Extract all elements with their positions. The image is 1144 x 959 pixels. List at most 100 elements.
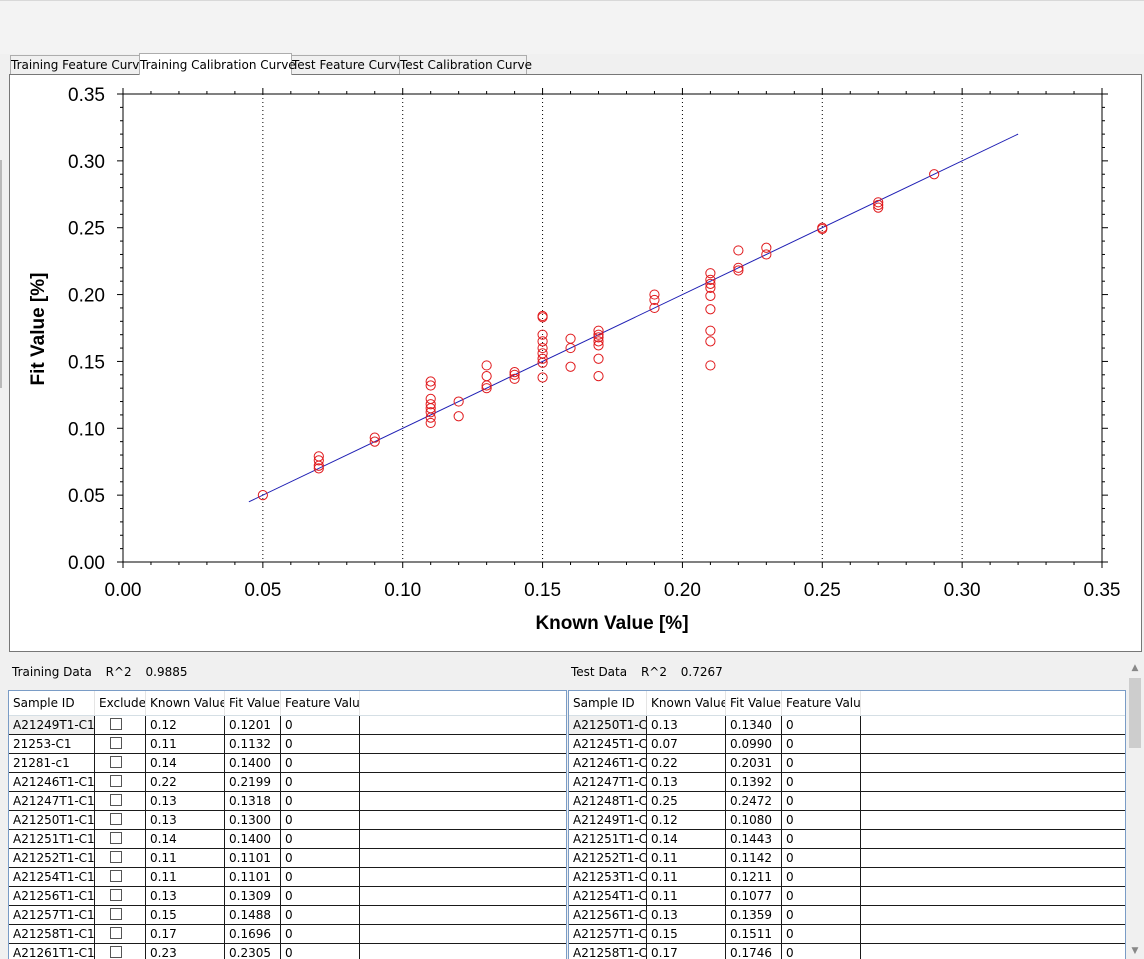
test-table-cell[interactable]: 0: [782, 811, 861, 830]
training-exclude-cell[interactable]: [95, 716, 146, 735]
test-table-cell[interactable]: [861, 792, 1125, 811]
test-table-cell[interactable]: 0.1080: [726, 811, 782, 830]
test-table-cell[interactable]: 0: [782, 716, 861, 735]
test-table-row[interactable]: A21252T1-C 0.11 0.1142 0: [569, 849, 1125, 868]
tab-training-feature-curve[interactable]: Training Feature Curve: [10, 55, 147, 74]
test-table-cell[interactable]: A21245T1-C: [569, 735, 647, 754]
training-table-cell[interactable]: 0: [281, 849, 360, 868]
test-table-cell[interactable]: [861, 868, 1125, 887]
training-table-cell[interactable]: [360, 925, 566, 944]
test-table-cell[interactable]: [861, 773, 1125, 792]
training-table-cell[interactable]: A21247T1-C1: [9, 792, 95, 811]
exclude-checkbox[interactable]: [110, 851, 122, 863]
training-table-cell[interactable]: [360, 849, 566, 868]
training-table-cell[interactable]: 0.2305: [225, 944, 281, 959]
test-table-cell[interactable]: 0.1211: [726, 868, 782, 887]
training-table-cell[interactable]: A21257T1-C1: [9, 906, 95, 925]
test-table-row[interactable]: A21258T1-C 0.17 0.1746 0: [569, 944, 1125, 959]
training-table-cell[interactable]: A21258T1-C1: [9, 925, 95, 944]
test-table-cell[interactable]: 0.1443: [726, 830, 782, 849]
training-table-cell[interactable]: A21249T1-C1: [9, 716, 95, 735]
training-exclude-cell[interactable]: [95, 887, 146, 906]
training-table-cell[interactable]: 0: [281, 887, 360, 906]
training-table-cell[interactable]: 0.1318: [225, 792, 281, 811]
test-table-cell[interactable]: 0.22: [647, 754, 726, 773]
test-table-cell[interactable]: A21254T1-C: [569, 887, 647, 906]
test-table-cell[interactable]: 0: [782, 925, 861, 944]
test-table-cell[interactable]: 0: [782, 830, 861, 849]
test-table-cell[interactable]: A21252T1-C: [569, 849, 647, 868]
training-table-cell[interactable]: 0.12: [146, 716, 225, 735]
training-table-cell[interactable]: 0: [281, 754, 360, 773]
test-table-row[interactable]: A21246T1-C 0.22 0.2031 0: [569, 754, 1125, 773]
training-table-cell[interactable]: [360, 906, 566, 925]
test-table-cell[interactable]: [861, 754, 1125, 773]
exclude-checkbox[interactable]: [110, 870, 122, 882]
training-table-cell[interactable]: 0.1101: [225, 849, 281, 868]
test-table-cell[interactable]: A21247T1-C: [569, 773, 647, 792]
training-exclude-cell[interactable]: [95, 849, 146, 868]
training-column-header[interactable]: Exclude: [95, 691, 146, 715]
test-table-row[interactable]: A21247T1-C 0.13 0.1392 0: [569, 773, 1125, 792]
test-table-cell[interactable]: 0.15: [647, 925, 726, 944]
test-column-header[interactable]: Known Value: [647, 691, 726, 715]
training-table-cell[interactable]: [360, 792, 566, 811]
test-table-cell[interactable]: A21253T1-C: [569, 868, 647, 887]
training-column-header[interactable]: Fit Value: [225, 691, 281, 715]
test-table-cell[interactable]: 0: [782, 773, 861, 792]
tab-test-feature-curve[interactable]: Test Feature Curve: [291, 55, 404, 74]
test-table-cell[interactable]: 0.0990: [726, 735, 782, 754]
training-table-row[interactable]: A21246T1-C1 0.22 0.2199 0: [9, 773, 566, 792]
training-table-cell[interactable]: 0.17: [146, 925, 225, 944]
test-table-row[interactable]: A21245T1-C 0.07 0.0990 0: [569, 735, 1125, 754]
training-table-cell[interactable]: 0.1101: [225, 868, 281, 887]
test-table-cell[interactable]: 0.1340: [726, 716, 782, 735]
test-table-cell[interactable]: A21258T1-C: [569, 944, 647, 959]
test-table-cell[interactable]: [861, 925, 1125, 944]
test-table-cell[interactable]: 0.1142: [726, 849, 782, 868]
test-table-row[interactable]: A21254T1-C 0.11 0.1077 0: [569, 887, 1125, 906]
training-table-cell[interactable]: A21252T1-C1: [9, 849, 95, 868]
training-table-cell[interactable]: [360, 754, 566, 773]
test-table-cell[interactable]: 0: [782, 754, 861, 773]
test-table-cell[interactable]: 0.1077: [726, 887, 782, 906]
test-table-cell[interactable]: 0.1746: [726, 944, 782, 959]
training-exclude-cell[interactable]: [95, 830, 146, 849]
test-table-cell[interactable]: 0.25: [647, 792, 726, 811]
exclude-checkbox[interactable]: [110, 756, 122, 768]
training-data-table[interactable]: Sample ID Exclude Known Value Fit Value Feat…: [8, 690, 567, 959]
test-table-cell[interactable]: A21250T1-C: [569, 716, 647, 735]
training-table-cell[interactable]: 0.1488: [225, 906, 281, 925]
training-exclude-cell[interactable]: [95, 773, 146, 792]
training-table-row[interactable]: 21253-C1 0.11 0.1132 0: [9, 735, 566, 754]
tab-test-calibration-curve[interactable]: Test Calibration Curve: [399, 55, 532, 74]
training-table-cell[interactable]: [360, 716, 566, 735]
training-table-cell[interactable]: A21261T1-C1: [9, 944, 95, 959]
training-table-cell[interactable]: A21246T1-C1: [9, 773, 95, 792]
training-table-row[interactable]: A21250T1-C1 0.13 0.1300 0: [9, 811, 566, 830]
training-table-cell[interactable]: 0.22: [146, 773, 225, 792]
training-table-row[interactable]: A21247T1-C1 0.13 0.1318 0: [9, 792, 566, 811]
test-table-cell[interactable]: 0: [782, 944, 861, 959]
test-table-cell[interactable]: 0.1359: [726, 906, 782, 925]
test-table-row[interactable]: A21256T1-C 0.13 0.1359 0: [569, 906, 1125, 925]
test-table-row[interactable]: A21248T1-C 0.25 0.2472 0: [569, 792, 1125, 811]
training-column-header[interactable]: Sample ID: [9, 691, 95, 715]
test-table-row[interactable]: A21250T1-C 0.13 0.1340 0: [569, 716, 1125, 735]
test-table-row[interactable]: A21257T1-C 0.15 0.1511 0: [569, 925, 1125, 944]
training-table-cell[interactable]: 0.14: [146, 754, 225, 773]
training-exclude-cell[interactable]: [95, 754, 146, 773]
tab-training-calibration-curve[interactable]: Training Calibration Curve: [139, 53, 296, 75]
test-table-cell[interactable]: A21251T1-C: [569, 830, 647, 849]
training-table-cell[interactable]: [360, 811, 566, 830]
exclude-checkbox[interactable]: [110, 832, 122, 844]
test-table-cell[interactable]: 0: [782, 792, 861, 811]
test-table-cell[interactable]: 0.11: [647, 887, 726, 906]
training-table-cell[interactable]: 0.11: [146, 868, 225, 887]
training-table-cell[interactable]: 0: [281, 716, 360, 735]
training-table-cell[interactable]: 0: [281, 811, 360, 830]
training-table-cell[interactable]: 0.1696: [225, 925, 281, 944]
training-column-header[interactable]: Known Value: [146, 691, 225, 715]
test-table-cell[interactable]: [861, 887, 1125, 906]
exclude-checkbox[interactable]: [110, 813, 122, 825]
